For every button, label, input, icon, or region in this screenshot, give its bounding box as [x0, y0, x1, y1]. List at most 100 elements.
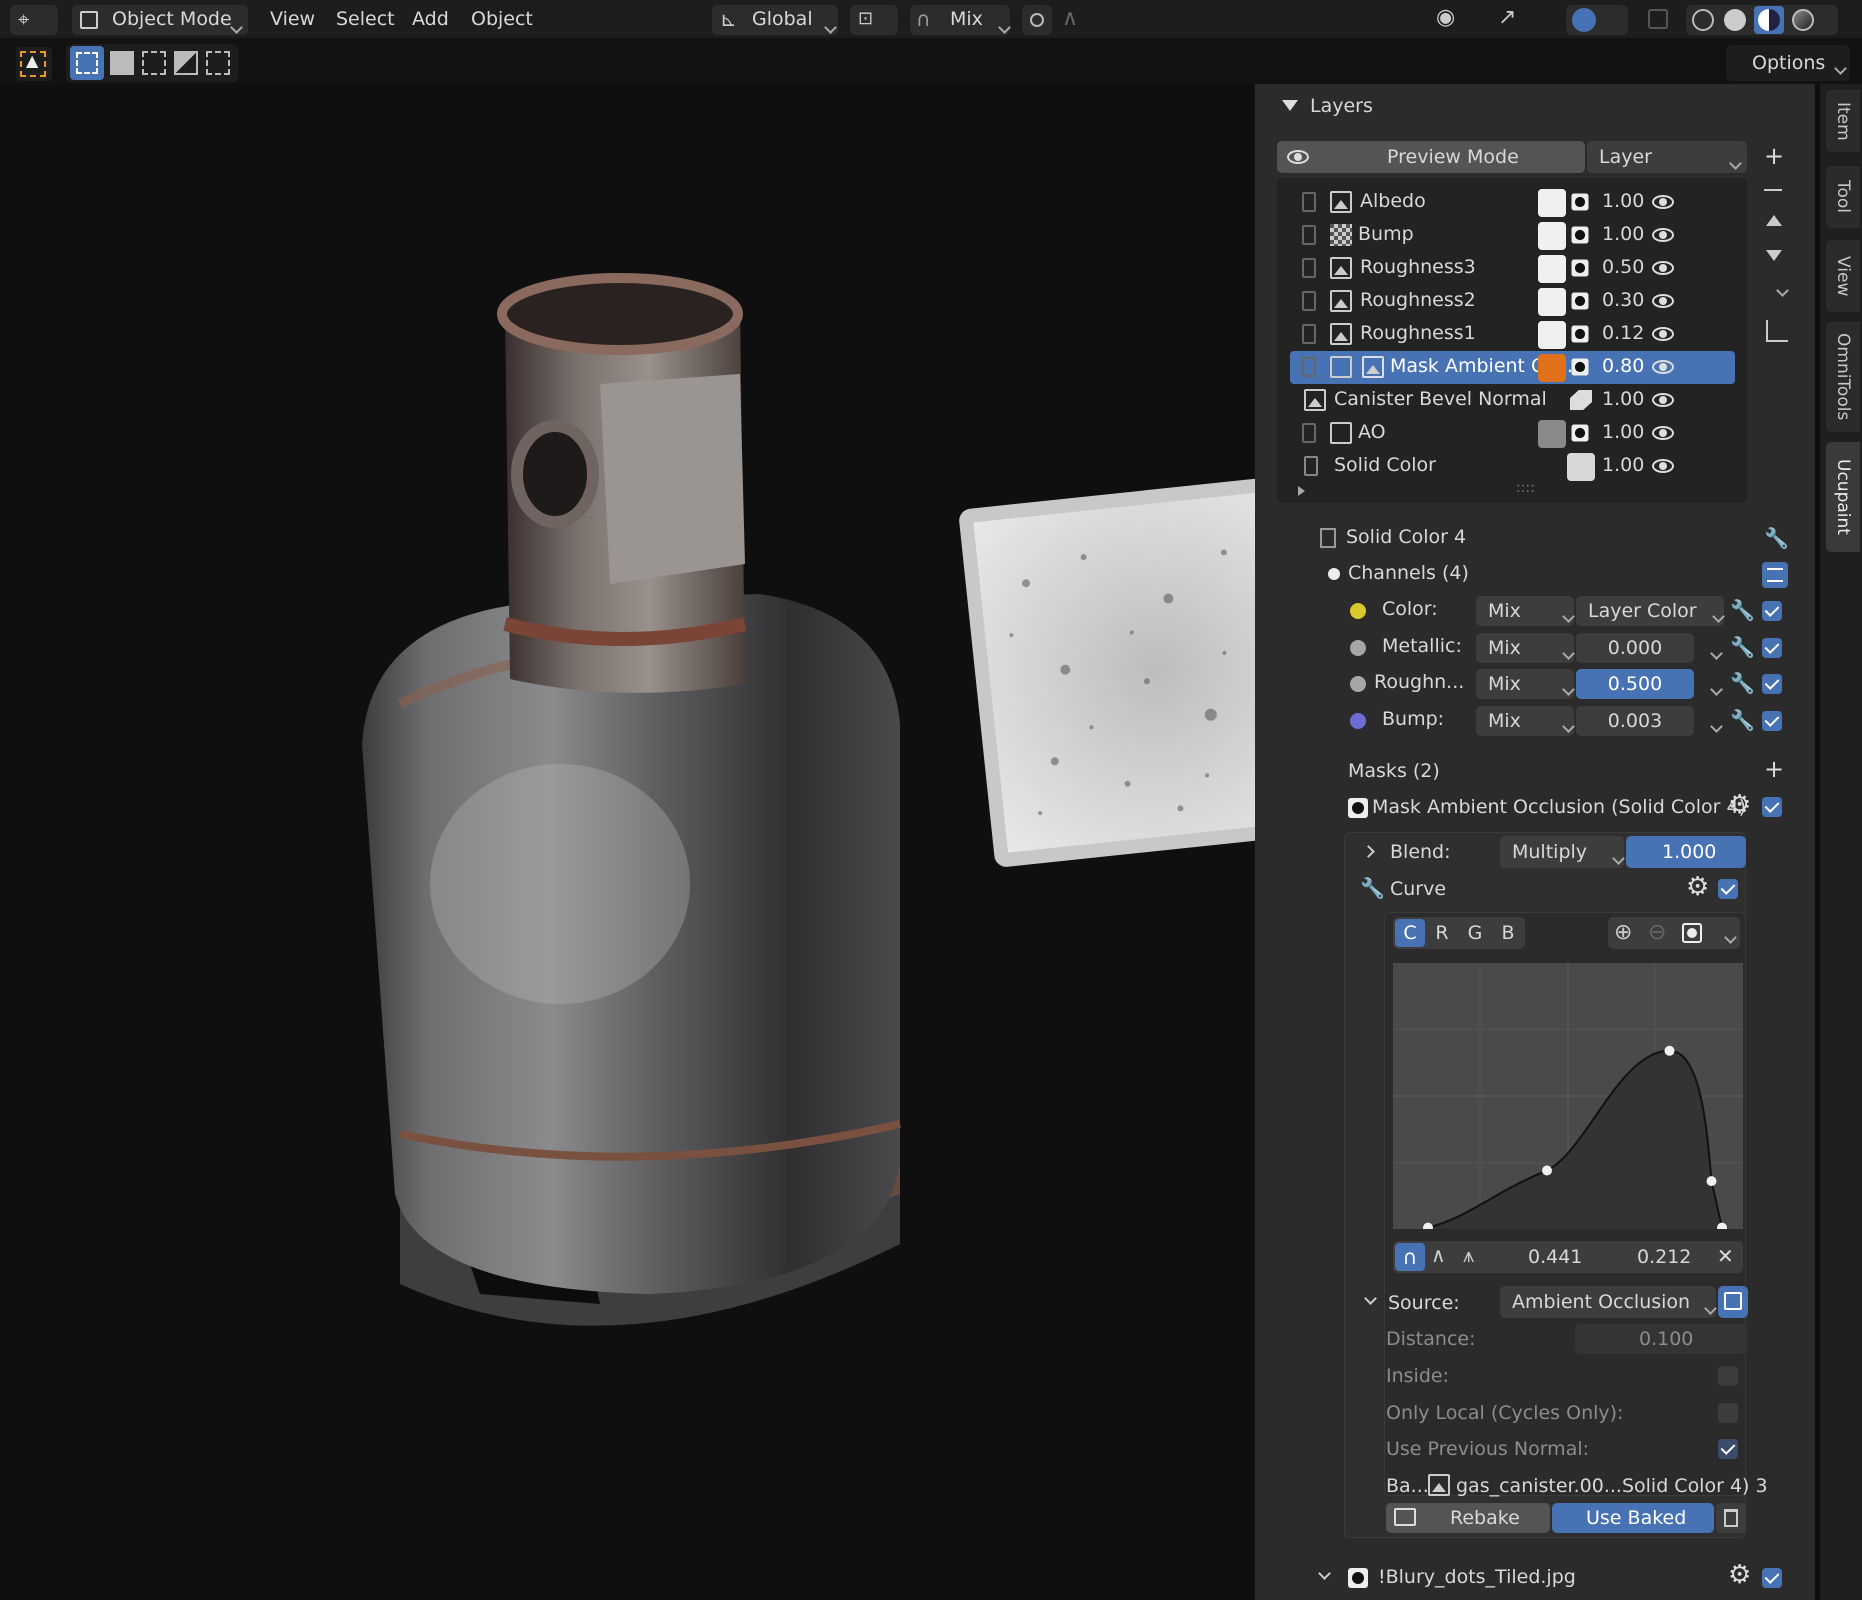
select-invert-icon[interactable] [174, 51, 198, 75]
color-swatch[interactable] [1538, 354, 1566, 382]
channels-list-button[interactable] [1762, 562, 1788, 588]
curve-channel-b[interactable]: B [1493, 919, 1523, 947]
mode-dropdown[interactable]: Object Mode [72, 5, 248, 35]
tab-item[interactable]: Item [1826, 90, 1860, 152]
select-new-button[interactable] [70, 46, 104, 80]
wireframe-shading-icon[interactable] [1692, 9, 1714, 31]
layer-opacity[interactable]: 1.00 [1602, 223, 1644, 245]
bake-image-name[interactable]: gas_canister.00...Solid Color 4) 3 [1456, 1475, 1768, 1497]
color-swatch[interactable] [1538, 255, 1566, 283]
chevron-down-icon[interactable] [1702, 677, 1723, 699]
proportional-edit-toggle[interactable] [1022, 5, 1052, 35]
channel-enable-checkbox[interactable] [1762, 637, 1782, 658]
layer-row[interactable]: Roughness2 0.30 [1290, 285, 1735, 318]
mask-toggle-icon[interactable] [1571, 292, 1589, 310]
select-extend-icon[interactable] [110, 51, 134, 75]
eye-icon[interactable] [1652, 393, 1674, 407]
curve-control-point[interactable] [1664, 1045, 1675, 1056]
solid-shading-icon[interactable] [1724, 9, 1746, 31]
tab-view[interactable]: View [1826, 240, 1860, 312]
hierarchy-icon[interactable] [1766, 320, 1788, 342]
pivot-dropdown[interactable]: ⊡ [850, 5, 898, 35]
eye-icon[interactable] [1652, 459, 1674, 473]
layer-opacity[interactable]: 1.00 [1602, 454, 1644, 476]
layer-mode-dropdown[interactable]: Layer [1587, 141, 1747, 173]
color-swatch[interactable] [1567, 453, 1595, 481]
tab-omnitools[interactable]: OmniTools [1826, 322, 1860, 432]
wrench-icon[interactable]: 🔧 [1730, 671, 1755, 695]
curve-point-x[interactable]: 0.441 [1528, 1246, 1582, 1268]
color-swatch[interactable] [1538, 288, 1566, 316]
eye-icon[interactable] [1652, 228, 1674, 242]
add-icon[interactable]: + [1764, 142, 1784, 170]
remove-icon[interactable] [1764, 189, 1782, 191]
select-subtract-icon[interactable] [142, 51, 166, 75]
menu-add[interactable]: Add [412, 0, 449, 38]
preview-mode-button[interactable]: Preview Mode [1277, 141, 1585, 173]
layer-row[interactable]: Bump 1.00 [1290, 219, 1735, 252]
expand-list-icon[interactable] [1298, 486, 1305, 496]
blend-mode-dropdown[interactable]: Multiply [1500, 836, 1625, 868]
curve-control-point[interactable] [1542, 1165, 1552, 1176]
color-swatch[interactable] [1538, 420, 1566, 448]
curve-gear-icon[interactable]: ⚙ [1686, 872, 1709, 902]
rendered-shading-icon[interactable] [1792, 9, 1814, 31]
layer-opacity[interactable]: 0.30 [1602, 289, 1644, 311]
vector-handle-icon[interactable]: ∧ [1431, 1243, 1446, 1267]
zoom-out-icon[interactable]: ⊖ [1648, 920, 1666, 945]
channel-enable-checkbox[interactable] [1762, 710, 1782, 731]
delete-point-icon[interactable]: ✕ [1717, 1244, 1734, 1268]
zoom-in-icon[interactable]: ⊕ [1614, 920, 1632, 945]
use-baked-button[interactable]: Use Baked [1552, 1503, 1714, 1533]
curve-menu-icon[interactable] [1716, 925, 1737, 947]
color-swatch[interactable] [1538, 222, 1566, 250]
eye-icon[interactable] [1652, 261, 1674, 275]
orientation-dropdown[interactable]: ⊾ Global [712, 5, 838, 35]
mask-enable-checkbox[interactable] [1762, 797, 1782, 817]
chevron-down-icon[interactable] [1702, 641, 1723, 663]
resize-handle[interactable]: :::: [1516, 480, 1535, 496]
add-mask-icon[interactable]: + [1764, 755, 1784, 783]
color-swatch[interactable] [1538, 321, 1566, 349]
layer-row[interactable]: Solid Color 1.00 [1290, 450, 1735, 483]
visibility-icon[interactable]: ◉ [1436, 5, 1455, 30]
channel-value-dropdown[interactable]: Layer Color [1576, 596, 1725, 626]
editor-type-button[interactable]: ⌖ [10, 5, 58, 35]
bake-settings-button[interactable] [1718, 1286, 1748, 1318]
channel-blend-dropdown[interactable]: Mix [1476, 669, 1575, 699]
channel-value-field[interactable]: 0.003 [1576, 705, 1694, 736]
options-dropdown[interactable]: Options [1726, 45, 1850, 81]
blend-value-slider[interactable]: 1.000 [1626, 836, 1746, 868]
auto-handle-icon[interactable]: ⩚ [1463, 1243, 1474, 1267]
select-tool-button[interactable]: ▲ [16, 47, 52, 81]
color-swatch[interactable] [1538, 189, 1566, 217]
mask-toggle-icon[interactable] [1571, 259, 1589, 277]
eye-icon[interactable] [1652, 294, 1674, 308]
rebake-button[interactable]: Rebake [1386, 1503, 1550, 1533]
layer-opacity[interactable]: 0.50 [1602, 256, 1644, 278]
menu-select[interactable]: Select [336, 0, 395, 38]
eye-icon[interactable] [1652, 327, 1674, 341]
overlays-dropdown[interactable] [1566, 5, 1628, 35]
gear-icon[interactable]: ⚙ [1728, 790, 1751, 820]
channel-blend-dropdown[interactable]: Mix [1476, 596, 1575, 626]
mask-toggle-icon[interactable] [1571, 226, 1589, 244]
layer-row[interactable]: Albedo 1.00 [1290, 186, 1735, 219]
material-shading-button[interactable] [1754, 6, 1784, 34]
channel-enable-checkbox[interactable] [1762, 674, 1782, 694]
layer-row[interactable]: Canister Bevel Normal 1.00 [1290, 384, 1735, 417]
move-up-icon[interactable] [1766, 215, 1782, 226]
eye-icon[interactable] [1652, 426, 1674, 440]
curve-channel-g[interactable]: G [1460, 919, 1490, 947]
menu-object[interactable]: Object [471, 0, 533, 38]
gear-icon[interactable]: ⚙ [1728, 1560, 1751, 1590]
inside-checkbox[interactable] [1718, 1366, 1738, 1386]
tab-tool[interactable]: Tool [1826, 166, 1860, 228]
second-mask-checkbox[interactable] [1762, 1568, 1782, 1588]
layer-opacity[interactable]: 0.80 [1602, 355, 1644, 377]
chevron-down-icon[interactable] [1702, 714, 1723, 736]
gizmo-icon[interactable]: ↗ [1498, 5, 1516, 30]
layer-row[interactable]: Roughness3 0.50 [1290, 252, 1735, 285]
falloff-icon[interactable]: ∧ [1062, 6, 1078, 31]
distance-field[interactable]: 0.100 [1575, 1324, 1747, 1354]
